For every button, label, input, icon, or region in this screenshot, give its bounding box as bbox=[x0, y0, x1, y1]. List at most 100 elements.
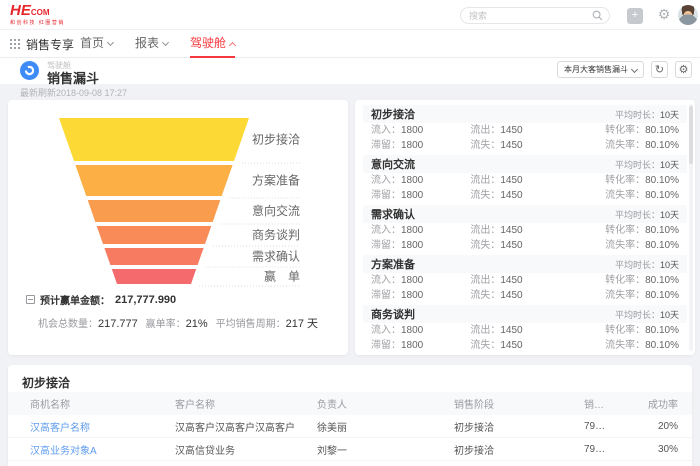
column-header: 销售金额 bbox=[584, 400, 608, 411]
metric-value: 1800 bbox=[401, 225, 424, 236]
crm-dashboard-page: HECOM 和创科技 红圈营销 + ⚙ 销售专享 首页 报表 驾驶舱 驾驶舱 销 bbox=[0, 0, 700, 466]
metric-value: 1450 bbox=[500, 275, 523, 286]
table-cell: 刘黎一 bbox=[317, 445, 347, 457]
stage-card-header: 意向交流 平均时长：10天 bbox=[363, 155, 687, 173]
funnel-stage-label: 方案准备 bbox=[252, 173, 300, 188]
metric: 流失率：80.10% bbox=[570, 338, 679, 353]
opportunity-link[interactable]: 汉高客户名称 bbox=[30, 419, 175, 434]
stat-win-rate: 赢单率：21% bbox=[145, 318, 208, 330]
checkbox-icon[interactable] bbox=[26, 295, 35, 304]
funnel-stage-label: 初步接洽 bbox=[252, 132, 300, 147]
metric-label: 流出： bbox=[470, 225, 501, 236]
funnel-stage-label: 赢 单 bbox=[264, 269, 300, 284]
stage-card: 需求确认 平均时长：10天 流入：1800 流出：1450 转化率：80.10% 滞留：1… bbox=[363, 205, 687, 253]
metric-value: 80.10% bbox=[645, 225, 679, 236]
brand-logo[interactable]: HECOM 和创科技 红圈营销 bbox=[10, 3, 65, 26]
header-controls: 本月大客销售漏斗 ↻ ⚙ bbox=[557, 61, 692, 78]
metric: 流入：1800 bbox=[371, 173, 470, 188]
metric-value: 1800 bbox=[401, 125, 424, 136]
chevron-down-icon bbox=[161, 38, 170, 47]
tab-home[interactable]: 首页 bbox=[80, 30, 115, 58]
funnel-segment[interactable] bbox=[59, 118, 249, 161]
metric-value: 80.10% bbox=[645, 175, 679, 186]
stage-card: 意向交流 平均时长：10天 流入：1800 流出：1450 转化率：80.10% 滞留：1… bbox=[363, 155, 687, 203]
metric-value: 1800 bbox=[401, 190, 424, 201]
metric-value: 80.10% bbox=[645, 340, 679, 351]
tab-reports[interactable]: 报表 bbox=[135, 30, 170, 58]
funnel-segment[interactable] bbox=[111, 269, 197, 284]
chevron-up-icon bbox=[229, 41, 237, 50]
page-header: 驾驶舱 销售漏斗 本月大客销售漏斗 ↻ ⚙ bbox=[0, 58, 700, 86]
metric-label: 流入： bbox=[371, 175, 401, 186]
stage-card-header: 方案准备 平均时长：10天 bbox=[363, 255, 687, 273]
stage-name: 商务谈判 bbox=[371, 309, 415, 321]
metric-value: 80.10% bbox=[645, 240, 679, 251]
metric: 流失：1450 bbox=[470, 288, 569, 303]
metric-label: 转化率： bbox=[605, 125, 646, 136]
user-avatar[interactable] bbox=[678, 5, 698, 25]
metric-label: 滞留： bbox=[371, 190, 401, 201]
add-button[interactable]: + bbox=[627, 8, 643, 24]
table-cell: 初步接洽 bbox=[454, 422, 494, 434]
table-row[interactable]: 汉高业务对象A汉高信贷业务 刘黎一 初步接洽 790,779,779 30% bbox=[8, 438, 692, 461]
metric: 流失率：80.10% bbox=[570, 288, 679, 303]
search-input[interactable] bbox=[469, 10, 592, 21]
stage-card-header: 初步接洽 平均时长：10天 bbox=[363, 105, 687, 123]
metric-label: 转化率： bbox=[605, 175, 646, 186]
avg-duration-label: 平均时长： bbox=[614, 259, 660, 270]
metric-label: 流失率： bbox=[605, 190, 646, 201]
funnel-stats: 机会总数量：217.777 赢单率：21% 平均销售周期：217 天 bbox=[38, 315, 318, 331]
metric-label: 流入： bbox=[371, 325, 401, 336]
metric-label: 滞留： bbox=[371, 340, 401, 351]
metric: 转化率：80.10% bbox=[570, 123, 679, 138]
stage-list: 初步接洽 平均时长：10天 流入：1800 流出：1450 转化率：80.10% 滞留：1… bbox=[363, 105, 687, 353]
table-row[interactable]: 汉高客户名称汉高客户汉高客户汉高客户 徐美丽 初步接洽 790,779,779 20% bbox=[8, 415, 692, 438]
funnel-stage-label: 需求确认 bbox=[252, 250, 300, 264]
main-nav: 销售专享 首页 报表 驾驶舱 bbox=[0, 30, 700, 58]
opportunity-link[interactable]: 汉高业务对象A bbox=[30, 442, 175, 457]
metric: 流失率：80.10% bbox=[570, 138, 679, 153]
metric-value: 1800 bbox=[401, 175, 424, 186]
topbar: HECOM 和创科技 红圈营销 + ⚙ bbox=[0, 0, 700, 30]
metric: 流出：1450 bbox=[470, 123, 569, 138]
avg-duration-value: 10天 bbox=[659, 109, 679, 120]
stage-metrics: 流入：1800 流出：1450 转化率：80.10% 滞留：1800 流失：1450 流失… bbox=[363, 223, 687, 253]
settings-icon[interactable]: ⚙ bbox=[655, 6, 673, 24]
metric-label: 流出： bbox=[470, 175, 501, 186]
metric-value: 1800 bbox=[401, 290, 424, 301]
module-switcher[interactable]: 销售专享 bbox=[10, 30, 74, 58]
funnel-segment[interactable] bbox=[87, 200, 221, 222]
avg-duration-badge: 平均时长：10天 bbox=[615, 208, 679, 221]
refresh-button[interactable]: ↻ bbox=[651, 61, 668, 78]
metric-value: 1450 bbox=[500, 190, 523, 201]
metric-value: 80.10% bbox=[645, 325, 679, 336]
metric-label: 流失： bbox=[470, 190, 501, 201]
funnel-segment[interactable] bbox=[104, 248, 204, 265]
avg-duration-badge: 平均时长：10天 bbox=[615, 158, 679, 171]
funnel-segment[interactable] bbox=[96, 226, 212, 244]
logo-text: HE bbox=[10, 2, 31, 19]
metric-label: 流失： bbox=[470, 290, 501, 301]
opportunity-table: 商机名称 客户名称 负责人 销售阶段 销售金额 成功率汉高客户名称汉高客户汉高客户汉高客户… bbox=[8, 392, 692, 461]
stage-name: 意向交流 bbox=[371, 159, 415, 171]
metric: 流入：1800 bbox=[371, 323, 470, 338]
column-header: 商机名称 bbox=[30, 400, 70, 411]
stage-metrics: 流入：1800 流出：1450 转化率：80.10% 滞留：1800 流失：1450 流失… bbox=[363, 273, 687, 303]
nav-tabs: 首页 报表 驾驶舱 bbox=[80, 30, 237, 58]
metric-value: 1800 bbox=[401, 340, 424, 351]
metric: 流出：1450 bbox=[470, 273, 569, 288]
metric-value: 1450 bbox=[500, 240, 523, 251]
metric: 流出：1450 bbox=[470, 223, 569, 238]
funnel-segment[interactable] bbox=[75, 165, 233, 196]
stage-metrics: 流入：1800 流出：1450 转化率：80.10% 滞留：1800 流失：1450 流失… bbox=[363, 123, 687, 153]
card-settings-button[interactable]: ⚙ bbox=[675, 61, 692, 78]
tab-cockpit[interactable]: 驾驶舱 bbox=[190, 30, 237, 58]
metric-label: 流入： bbox=[371, 225, 401, 236]
funnel-scope-select[interactable]: 本月大客销售漏斗 bbox=[557, 61, 644, 78]
scrollbar-thumb[interactable] bbox=[689, 106, 693, 164]
avg-duration-value: 10天 bbox=[659, 259, 679, 270]
scrollbar[interactable] bbox=[689, 104, 693, 351]
column-header: 成功率 bbox=[648, 400, 678, 411]
metric-value: 1800 bbox=[401, 325, 424, 336]
metric-value: 80.10% bbox=[645, 275, 679, 286]
